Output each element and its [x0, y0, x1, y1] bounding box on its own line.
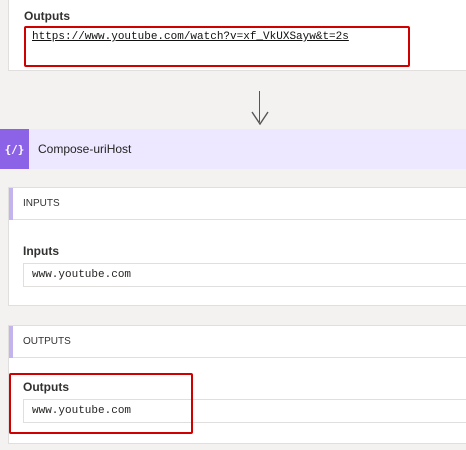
inputs-field-value[interactable]: www.youtube.com	[23, 263, 466, 287]
inputs-section-header[interactable]: INPUTS	[9, 188, 466, 220]
inputs-section-accent	[9, 188, 13, 220]
compose-icon-glyph: {∕}	[4, 142, 25, 156]
inputs-section-title: INPUTS	[23, 198, 60, 209]
compose-braces-icon: {∕}	[0, 129, 29, 169]
previous-outputs-label: Outputs	[24, 9, 70, 23]
inputs-section: INPUTS Inputs www.youtube.com	[8, 187, 466, 306]
inputs-field-text: www.youtube.com	[32, 269, 132, 281]
outputs-section-title: OUTPUTS	[23, 336, 71, 347]
outputs-section-accent	[9, 326, 13, 358]
outputs-section-header[interactable]: OUTPUTS	[9, 326, 466, 358]
arrow-down-icon	[251, 111, 269, 126]
highlight-box-top	[24, 26, 410, 67]
inputs-field-label: Inputs	[23, 244, 59, 258]
action-header[interactable]: {∕} Compose-uriHost	[0, 129, 466, 169]
action-title: Compose-uriHost	[38, 142, 132, 156]
highlight-box-outputs	[9, 373, 193, 434]
